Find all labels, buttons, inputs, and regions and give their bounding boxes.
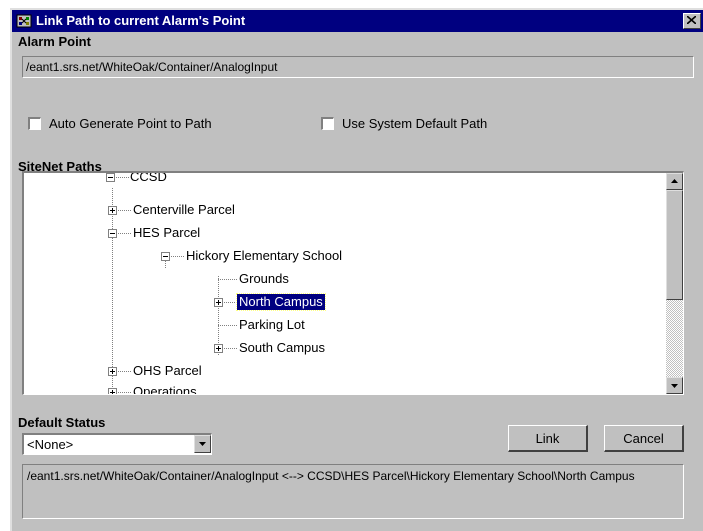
default-status-select[interactable]: <None> bbox=[22, 433, 212, 455]
scroll-down-button[interactable] bbox=[666, 377, 683, 394]
tree-canvas: CCSD Centerville Parcel HES Parcel Hicko… bbox=[24, 173, 660, 394]
tree-node-ohs-parcel[interactable]: OHS Parcel bbox=[131, 363, 204, 379]
collapse-icon[interactable] bbox=[106, 173, 115, 182]
dialog-window: Link Path to current Alarm's Point Alarm… bbox=[10, 8, 703, 531]
expand-icon[interactable] bbox=[108, 206, 117, 215]
collapse-icon[interactable] bbox=[161, 252, 170, 261]
tree-node-parking-lot[interactable]: Parking Lot bbox=[237, 317, 307, 333]
expand-icon[interactable] bbox=[108, 388, 117, 394]
tree-node-centerville-parcel[interactable]: Centerville Parcel bbox=[131, 202, 237, 218]
use-default-path-label: Use System Default Path bbox=[342, 116, 488, 131]
arrow-up-icon bbox=[671, 179, 678, 183]
tree-node-north-campus[interactable]: North Campus bbox=[236, 293, 326, 311]
tree-node-grounds[interactable]: Grounds bbox=[237, 271, 291, 287]
scroll-thumb[interactable] bbox=[666, 190, 683, 300]
link-button[interactable]: Link bbox=[508, 425, 588, 452]
window-title: Link Path to current Alarm's Point bbox=[36, 13, 246, 28]
default-status-label: Default Status bbox=[18, 415, 106, 430]
expand-icon[interactable] bbox=[214, 298, 223, 307]
tree-line bbox=[218, 325, 237, 326]
alarm-point-value: /eant1.srs.net/WhiteOak/Container/Analog… bbox=[26, 60, 278, 74]
default-status-value: <None> bbox=[27, 437, 74, 452]
alarm-point-label: Alarm Point bbox=[18, 34, 91, 49]
tree-node-south-campus[interactable]: South Campus bbox=[237, 340, 327, 356]
link-result-field: /eant1.srs.net/WhiteOak/Container/Analog… bbox=[22, 464, 684, 519]
tree-line bbox=[112, 188, 113, 394]
app-icon bbox=[16, 14, 32, 28]
auto-generate-checkbox-box[interactable] bbox=[28, 117, 41, 130]
auto-generate-label: Auto Generate Point to Path bbox=[49, 116, 212, 131]
close-button[interactable] bbox=[683, 13, 701, 29]
collapse-icon[interactable] bbox=[108, 229, 117, 238]
close-icon bbox=[687, 16, 696, 24]
expand-icon[interactable] bbox=[214, 344, 223, 353]
tree-line bbox=[218, 279, 237, 280]
link-result-text: /eant1.srs.net/WhiteOak/Container/Analog… bbox=[27, 469, 635, 483]
use-default-path-checkbox-box[interactable] bbox=[321, 117, 334, 130]
tree-scrollbar[interactable] bbox=[666, 173, 683, 394]
tree-node-hickory-elementary[interactable]: Hickory Elementary School bbox=[184, 248, 344, 264]
default-status-dropdown-button[interactable] bbox=[194, 435, 211, 453]
tree-node-operations[interactable]: Operations bbox=[131, 384, 199, 394]
expand-icon[interactable] bbox=[108, 367, 117, 376]
scroll-up-button[interactable] bbox=[666, 173, 683, 190]
alarm-point-field: /eant1.srs.net/WhiteOak/Container/Analog… bbox=[22, 56, 694, 78]
arrow-down-icon bbox=[671, 384, 678, 388]
chevron-down-icon bbox=[199, 442, 206, 446]
title-bar[interactable]: Link Path to current Alarm's Point bbox=[12, 10, 703, 32]
tree-node-ccsd[interactable]: CCSD bbox=[128, 173, 169, 185]
cancel-button[interactable]: Cancel bbox=[604, 425, 684, 452]
tree-node-hes-parcel[interactable]: HES Parcel bbox=[131, 225, 202, 241]
sitenet-tree[interactable]: CCSD Centerville Parcel HES Parcel Hicko… bbox=[22, 171, 684, 395]
